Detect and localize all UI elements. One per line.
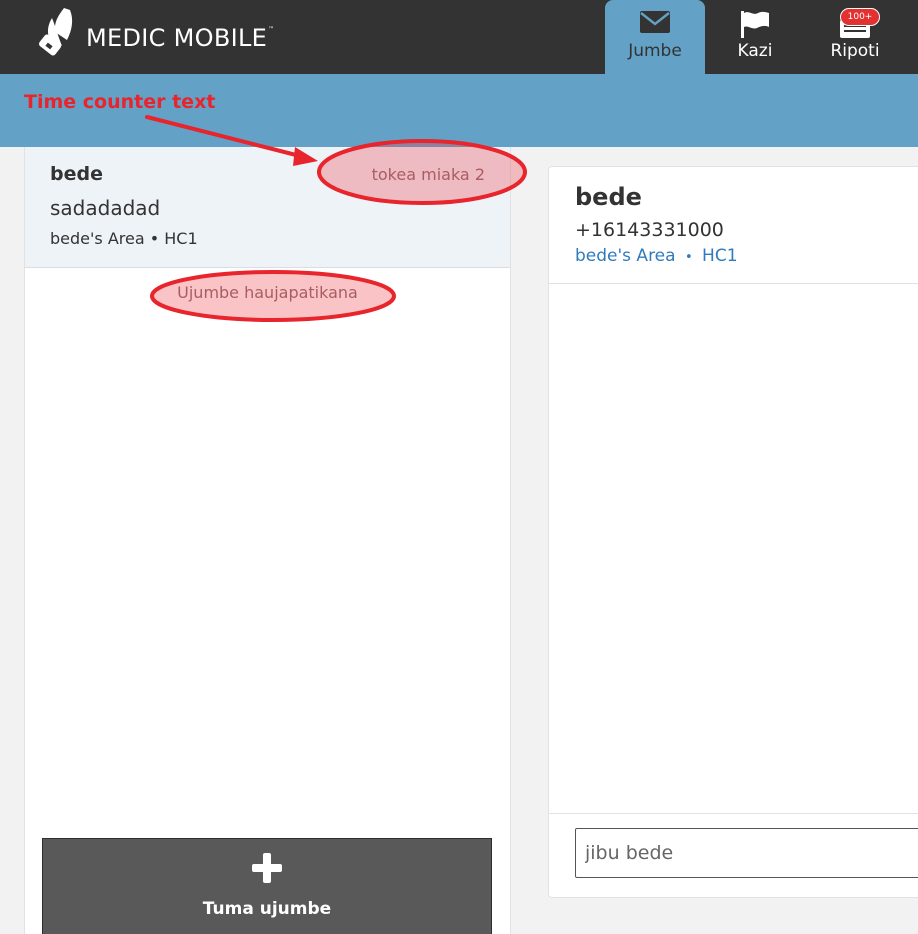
brand-name: MEDIC MOBILE™ bbox=[86, 24, 275, 52]
annotation-label: Time counter text bbox=[24, 91, 216, 113]
medic-mobile-logo-icon bbox=[39, 8, 73, 56]
reports-count-badge: 100+ bbox=[840, 8, 880, 26]
place-separator: • bbox=[684, 250, 693, 265]
contact-header: bede +16143331000 bede's Area • HC1 bbox=[549, 167, 918, 284]
envelope-icon bbox=[640, 11, 670, 33]
message-contact-name: bede bbox=[50, 163, 103, 185]
tab-tasks-label: Kazi bbox=[737, 41, 773, 61]
plus-icon bbox=[252, 853, 282, 883]
no-more-messages-text: Ujumbe haujapatikana bbox=[177, 283, 358, 302]
tab-tasks[interactable]: Kazi bbox=[705, 0, 805, 74]
reply-input[interactable] bbox=[575, 828, 918, 878]
message-detail-panel: bede +16143331000 bede's Area • HC1 bbox=[548, 166, 918, 898]
list-item[interactable]: bede tokea miaka 2 sadadadad bede's Area… bbox=[25, 147, 510, 268]
contact-phone: +16143331000 bbox=[575, 219, 724, 241]
top-navigation-bar: MEDIC MOBILE™ Jumbe Kazi Ripoti 100+ bbox=[0, 0, 918, 74]
tab-reports-label: Ripoti bbox=[830, 41, 880, 61]
flag-icon bbox=[741, 11, 769, 38]
message-place: bede's Area • HC1 bbox=[50, 229, 198, 248]
tab-messages-label: Jumbe bbox=[628, 41, 682, 61]
message-time-counter: tokea miaka 2 bbox=[371, 165, 485, 184]
contact-place: bede's Area • HC1 bbox=[575, 246, 738, 266]
reply-area bbox=[549, 813, 918, 899]
tab-messages[interactable]: Jumbe bbox=[605, 0, 705, 74]
contact-name: bede bbox=[575, 183, 642, 211]
send-message-label: Tuma ujumbe bbox=[202, 899, 332, 919]
send-message-button[interactable]: Tuma ujumbe bbox=[42, 838, 492, 934]
message-list: bede tokea miaka 2 sadadadad bede's Area… bbox=[24, 147, 511, 934]
message-preview: sadadadad bbox=[50, 196, 161, 220]
place-hc-link[interactable]: HC1 bbox=[702, 246, 737, 266]
place-area-link[interactable]: bede's Area bbox=[575, 246, 676, 266]
